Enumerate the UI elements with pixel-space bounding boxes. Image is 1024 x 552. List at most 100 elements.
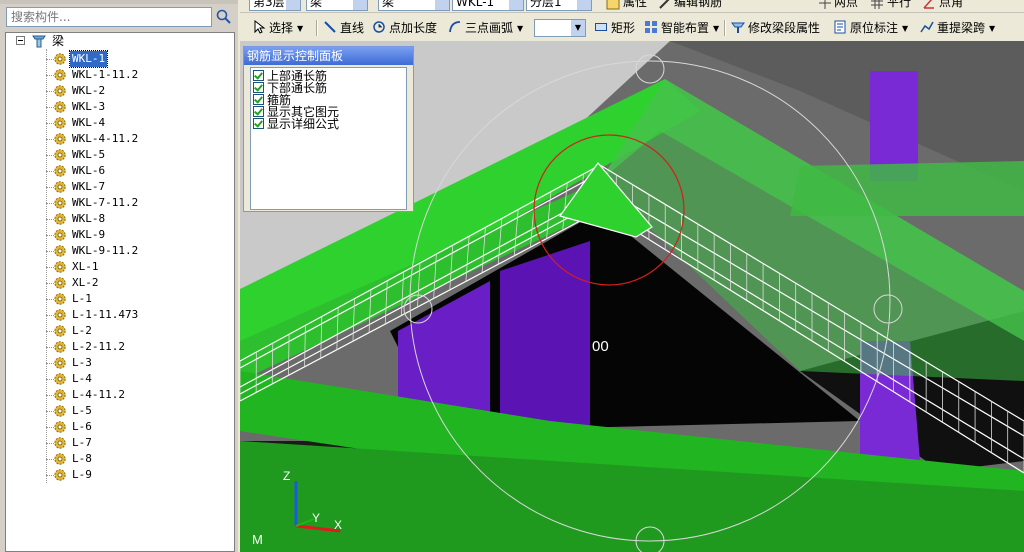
element-dropdown-arrow[interactable]: [509, 0, 523, 10]
layer-dropdown-arrow[interactable]: [577, 0, 591, 10]
gear-icon: [54, 53, 66, 65]
tree-item-label: WKL-9: [72, 228, 106, 241]
panel-title[interactable]: 钢筋显示控制面板: [244, 47, 413, 65]
draw-toolbar: 选择 ▼ 直线 点加长度 三点画弧 ▼ ▼ 矩形 智能布置 ▼ 修改梁段属性 原位标注…: [240, 13, 1024, 42]
type-select-2[interactable]: 梁: [378, 0, 450, 11]
parallel-icon[interactable]: [870, 0, 884, 10]
gear-icon: [54, 357, 66, 369]
tree-item[interactable]: L-6: [6, 419, 234, 435]
three-point-arc-button[interactable]: 三点画弧 ▼: [448, 19, 523, 37]
checkbox[interactable]: [253, 94, 264, 105]
chevron-down-icon[interactable]: ▼: [297, 20, 303, 38]
tree-item[interactable]: L-4-11.2: [6, 387, 234, 403]
rect-label: 矩形: [611, 21, 636, 35]
property-icon[interactable]: [606, 0, 620, 10]
gear-icon: [54, 133, 66, 145]
tree-item[interactable]: WKL-4-11.2: [6, 131, 234, 147]
chevron-down-icon[interactable]: ▼: [713, 20, 719, 38]
tree-item[interactable]: L-1-11.473: [6, 307, 234, 323]
original-mark-button[interactable]: 原位标注 ▼: [833, 19, 908, 37]
axis-z-label: Z: [283, 469, 291, 483]
tree-item-label: L-7: [72, 436, 92, 449]
search-icon[interactable]: [215, 8, 233, 26]
re-extract-span-button[interactable]: 重提梁跨 ▼: [920, 19, 995, 37]
tree-item-label: WKL-2: [72, 84, 106, 97]
tree-item[interactable]: WKL-1-11.2: [6, 67, 234, 83]
tree-item[interactable]: L-2: [6, 323, 234, 339]
tree-item[interactable]: L-2-11.2: [6, 339, 234, 355]
collapse-icon[interactable]: [16, 36, 25, 45]
tree-item[interactable]: WKL-9-11.2: [6, 243, 234, 259]
modify-span-button[interactable]: 修改梁段属性: [731, 19, 820, 37]
gear-icon: [54, 293, 66, 305]
layer-select[interactable]: 分层1: [526, 0, 592, 11]
tree-item-label: L-2-11.2: [72, 340, 125, 353]
search-input[interactable]: [6, 7, 212, 27]
tree-item[interactable]: L-8: [6, 451, 234, 467]
rebar-display-panel[interactable]: 钢筋显示控制面板 上部通长筋 下部通长筋 箍筋 显示其它图元 显示详细公式: [243, 46, 414, 212]
floor-dropdown-arrow[interactable]: [286, 0, 300, 10]
tree-item[interactable]: XL-2: [6, 275, 234, 291]
tree-item[interactable]: XL-1: [6, 259, 234, 275]
element-select[interactable]: WKL-1: [452, 0, 524, 11]
tree-item[interactable]: WKL-5: [6, 147, 234, 163]
type2-dropdown-arrow[interactable]: [435, 0, 449, 10]
tree-item-label: L-4: [72, 372, 92, 385]
smart-layout-button[interactable]: 智能布置 ▼: [644, 19, 719, 37]
point-angle-icon[interactable]: [922, 0, 936, 10]
display-option-label: 显示详细公式: [267, 117, 340, 131]
tree-item[interactable]: L-9: [6, 467, 234, 483]
line-icon: [324, 21, 336, 33]
arc-option-select[interactable]: ▼: [534, 19, 586, 37]
chevron-down-icon[interactable]: ▼: [571, 20, 585, 36]
tree-item[interactable]: WKL-8: [6, 211, 234, 227]
tree-item[interactable]: WKL-9: [6, 227, 234, 243]
smart-layout-icon: [645, 21, 657, 33]
two-point-button[interactable]: 两点: [834, 0, 858, 10]
chevron-down-icon[interactable]: ▼: [902, 20, 908, 38]
tree-item-label: WKL-8: [72, 212, 106, 225]
select-button[interactable]: 选择 ▼: [252, 19, 303, 37]
tree-item[interactable]: L-1: [6, 291, 234, 307]
checkbox[interactable]: [253, 106, 264, 117]
type1-dropdown-arrow[interactable]: [353, 0, 367, 10]
checkbox[interactable]: [253, 70, 264, 81]
three-point-arc-label: 三点画弧: [465, 21, 514, 35]
line-button[interactable]: 直线: [323, 19, 364, 37]
tree-item[interactable]: WKL-4: [6, 115, 234, 131]
gear-icon: [54, 421, 66, 433]
tree-item[interactable]: L-7: [6, 435, 234, 451]
tree-item[interactable]: WKL-7-11.2: [6, 195, 234, 211]
type-select-1[interactable]: 梁: [306, 0, 368, 11]
edit-rebar-icon[interactable]: [658, 0, 672, 10]
tree-item[interactable]: L-4: [6, 371, 234, 387]
point-angle-button[interactable]: 点角: [939, 0, 963, 10]
property-button[interactable]: 属性: [623, 0, 647, 10]
checkbox[interactable]: [253, 82, 264, 93]
point-length-button[interactable]: 点加长度: [372, 19, 437, 37]
tree-item[interactable]: WKL-3: [6, 99, 234, 115]
gear-icon: [54, 261, 66, 273]
chevron-down-icon[interactable]: ▼: [989, 20, 995, 38]
tree-item[interactable]: WKL-2: [6, 83, 234, 99]
arc-icon: [449, 21, 461, 33]
tree-item-label: L-6: [72, 420, 92, 433]
tree-root-beam[interactable]: 梁: [6, 33, 234, 49]
parallel-button[interactable]: 平行: [887, 0, 911, 10]
tree-item[interactable]: L-3: [6, 355, 234, 371]
tree-item[interactable]: L-5: [6, 403, 234, 419]
rect-button[interactable]: 矩形: [594, 19, 635, 37]
checkbox[interactable]: [253, 118, 264, 129]
tree-item-label: L-4-11.2: [72, 388, 125, 401]
tree-item[interactable]: WKL-1: [6, 50, 234, 68]
tree-item-label: L-3: [72, 356, 92, 369]
edit-rebar-button[interactable]: 编辑钢筋: [674, 0, 722, 10]
gear-icon: [54, 341, 66, 353]
tree-item[interactable]: WKL-6: [6, 163, 234, 179]
tree-item[interactable]: WKL-7: [6, 179, 234, 195]
cursor-icon: [254, 20, 266, 34]
two-point-icon[interactable]: [818, 0, 832, 10]
floor-select[interactable]: 第3层: [249, 0, 301, 11]
tree-item-label: L-1-11.473: [72, 308, 139, 321]
chevron-down-icon[interactable]: ▼: [517, 20, 523, 38]
